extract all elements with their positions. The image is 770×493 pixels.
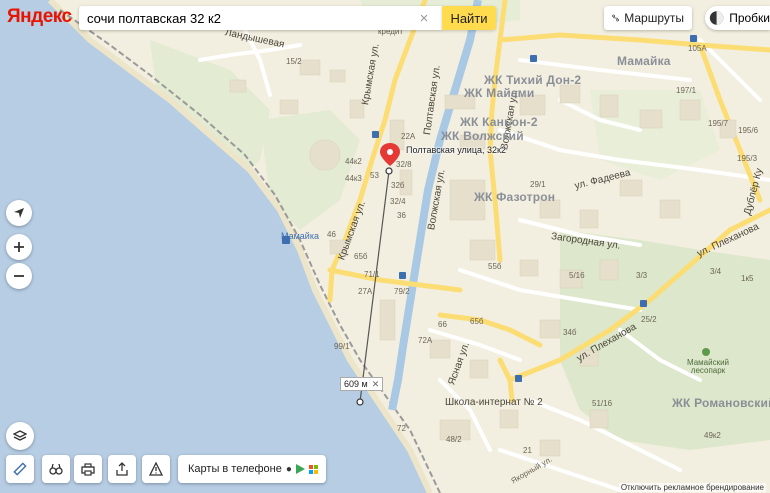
search-input[interactable]	[79, 7, 414, 29]
yandex-logo[interactable]: Яндекс	[7, 6, 72, 28]
district-label: Мамайка	[617, 54, 671, 68]
app-promo-button[interactable]: Карты в телефоне ●	[178, 455, 326, 483]
complex-label: ЖК Майами	[464, 86, 535, 100]
find-button[interactable]: Найти	[442, 6, 496, 30]
house-number: 195/6	[738, 126, 759, 135]
station-label: Мамайка	[281, 231, 319, 241]
house-number: 99/1	[334, 342, 350, 351]
poi-label: Школа-интернат № 2	[445, 397, 543, 408]
house-number: 65б	[470, 317, 484, 326]
house-number: 44к3	[345, 174, 362, 183]
locate-icon	[14, 208, 24, 218]
print-icon	[81, 463, 95, 476]
house-number: 197/1	[676, 86, 697, 95]
house-number: 72	[397, 424, 406, 433]
house-number: 32/8	[396, 160, 412, 169]
house-number: 71/1	[364, 270, 380, 279]
marker-label: Полтавская улица, 32к2	[406, 145, 506, 155]
house-number: 3/4	[710, 267, 722, 276]
house-number: 25/2	[641, 315, 657, 324]
complex-label: ЖК Каньон-2	[460, 115, 538, 129]
house-number: 105А	[688, 44, 707, 53]
layers-icon	[13, 430, 27, 441]
search-box: ×	[79, 6, 442, 30]
apple-icon: ●	[285, 463, 292, 475]
share-icon	[116, 462, 128, 476]
report-error-button[interactable]	[142, 455, 170, 483]
print-button[interactable]	[74, 455, 102, 483]
map-canvas[interactable]	[0, 0, 770, 493]
zoom-in-button[interactable]	[6, 234, 32, 260]
house-number: 66	[438, 320, 447, 329]
house-number: 32/4	[390, 197, 406, 206]
house-number: 46	[327, 230, 336, 239]
disable-branding-link[interactable]: Отключить рекламное брендирование	[618, 483, 766, 492]
traffic-button[interactable]: Пробки	[705, 6, 770, 30]
app-promo-label: Карты в телефоне	[188, 463, 282, 475]
binoculars-icon	[49, 463, 63, 475]
house-number: 1к5	[741, 274, 754, 283]
zoom-out-icon	[14, 275, 24, 277]
house-number: 36	[397, 211, 406, 220]
close-icon[interactable]: ✕	[372, 379, 380, 390]
routes-label: Маршруты	[624, 11, 684, 25]
ruler-distance-label[interactable]: 609 м ✕	[340, 377, 384, 391]
clear-search-icon[interactable]: ×	[414, 7, 434, 29]
traffic-label: Пробки	[729, 11, 770, 25]
house-number: 72А	[418, 336, 433, 345]
google-play-icon	[295, 464, 305, 474]
park-label: Мамайский лесопарк	[686, 358, 730, 375]
routes-button[interactable]: Маршруты	[604, 6, 692, 30]
zoom-in-icon	[14, 242, 24, 252]
house-number: 51/16	[592, 399, 613, 408]
ruler-button[interactable]	[6, 455, 34, 483]
ruler-distance: 609 м	[344, 379, 368, 389]
house-number: 49к2	[704, 431, 721, 440]
house-number: 27А	[358, 287, 373, 296]
zoom-out-button[interactable]	[6, 263, 32, 289]
house-number: 195/3	[737, 154, 758, 163]
traffic-icon	[709, 11, 724, 25]
house-number: 21	[523, 446, 532, 455]
warning-icon	[149, 462, 163, 476]
house-number: 53	[370, 171, 379, 180]
house-number: 22А	[401, 132, 416, 141]
house-number: 44к2	[345, 157, 362, 166]
house-number: 32б	[391, 181, 405, 190]
house-number: 34б	[563, 328, 577, 337]
locate-button[interactable]	[6, 200, 32, 226]
windows-icon	[308, 464, 318, 474]
complex-label: ЖК Романовский	[672, 396, 770, 410]
house-number: 195/7	[708, 119, 729, 128]
ruler-icon	[13, 462, 27, 476]
house-number: 29/1	[530, 180, 546, 189]
complex-label: ЖК Тихий Дон-2	[484, 73, 582, 87]
routes-icon	[612, 14, 620, 22]
complex-label: ЖК Волжский	[441, 129, 524, 143]
house-number: 55б	[488, 262, 502, 271]
house-number: 48/2	[446, 435, 462, 444]
house-number: 65б	[354, 252, 368, 261]
house-number: 79/2	[394, 287, 410, 296]
share-button[interactable]	[108, 455, 136, 483]
house-number: 15/2	[286, 57, 302, 66]
layers-button[interactable]	[6, 422, 34, 450]
panorama-button[interactable]	[42, 455, 70, 483]
house-number: 3/3	[636, 271, 648, 280]
complex-label: ЖК Фазотрон	[474, 190, 556, 204]
house-number: 5/16	[569, 271, 585, 280]
